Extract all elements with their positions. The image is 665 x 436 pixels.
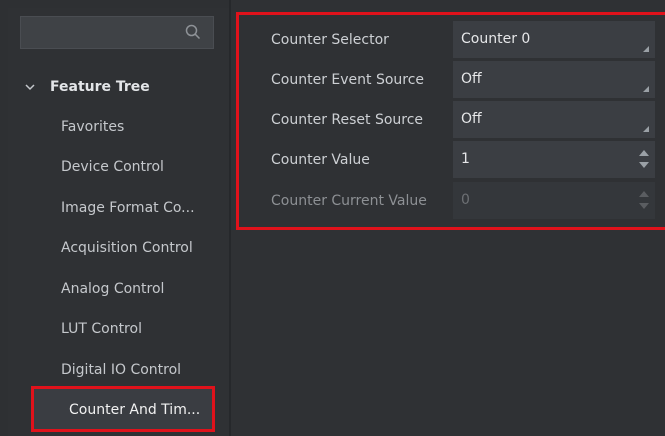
tree-item-favorites[interactable]: Favorites xyxy=(61,117,124,137)
tree-root-feature-tree[interactable]: Feature Tree xyxy=(24,77,150,97)
tree-item-lut-control[interactable]: LUT Control xyxy=(61,319,142,339)
search-icon[interactable] xyxy=(185,24,201,40)
highlight-box-properties xyxy=(236,12,665,230)
tree-item-acquisition-control[interactable]: Acquisition Control xyxy=(61,238,193,258)
tree-root-label: Feature Tree xyxy=(50,79,150,95)
chevron-down-icon[interactable] xyxy=(24,81,36,93)
app-window: Feature Tree Favorites Device Control Im… xyxy=(0,0,665,436)
tree-item-analog-control[interactable]: Analog Control xyxy=(61,279,164,299)
highlight-box-tree-item xyxy=(31,386,215,432)
tree-item-image-format-control[interactable]: Image Format Co... xyxy=(61,198,195,218)
tree-item-device-control[interactable]: Device Control xyxy=(61,157,164,177)
search-input[interactable] xyxy=(20,16,214,49)
tree-item-digital-io-control[interactable]: Digital IO Control xyxy=(61,360,181,380)
